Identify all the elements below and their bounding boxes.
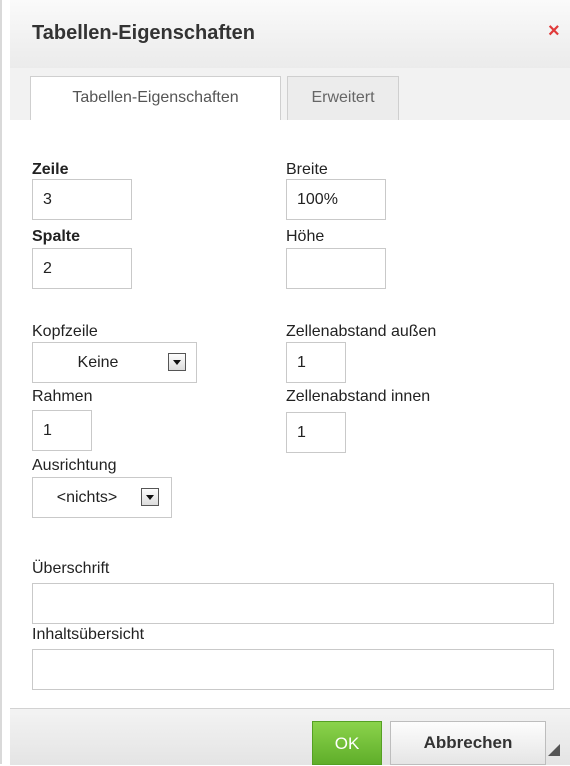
cellspacing-label: Zellenabstand außen	[286, 323, 437, 340]
cols-label: Spalte	[32, 228, 81, 245]
close-icon[interactable]: ×	[548, 20, 560, 43]
rows-label: Zeile	[32, 161, 69, 178]
align-select[interactable]: <nichts>	[32, 477, 172, 518]
tab-advanced[interactable]: Erweitert	[287, 76, 399, 120]
width-input[interactable]	[286, 179, 386, 220]
ok-button[interactable]: OK	[312, 721, 382, 765]
resize-handle-icon[interactable]	[548, 744, 560, 756]
dialog-title: Tabellen-Eigenschaften	[32, 22, 256, 44]
chevron-down-icon[interactable]	[141, 488, 159, 506]
height-label: Höhe	[286, 228, 325, 245]
tab-content: Zeile Spalte Kopfzeile Keine Rahmen Ausr…	[10, 120, 570, 708]
dialog-titlebar[interactable]: Tabellen-Eigenschaften ×	[10, 0, 570, 69]
cellpadding-input[interactable]	[286, 412, 346, 453]
caption-input[interactable]	[32, 583, 554, 624]
chevron-down-icon[interactable]	[168, 353, 186, 371]
height-input[interactable]	[286, 248, 386, 289]
align-label: Ausrichtung	[32, 457, 117, 474]
caption-label: Überschrift	[32, 560, 110, 577]
cellpadding-label: Zellenabstand innen	[286, 388, 431, 405]
summary-label: Inhaltsübersicht	[32, 626, 145, 643]
table-properties-dialog: Tabellen-Eigenschaften × Tabellen-Eigens…	[10, 0, 570, 765]
border-label: Rahmen	[32, 388, 93, 405]
align-select-value: <nichts>	[56, 489, 118, 506]
border-input[interactable]	[32, 410, 92, 451]
summary-input[interactable]	[32, 649, 554, 690]
header-select-value: Keine	[77, 354, 119, 371]
cancel-button[interactable]: Abbrechen	[390, 721, 546, 765]
background-edge	[0, 0, 2, 764]
tab-table-properties[interactable]: Tabellen-Eigenschaften	[30, 76, 281, 121]
cols-input[interactable]	[32, 248, 132, 289]
cellspacing-input[interactable]	[286, 342, 346, 383]
tab-bar: Tabellen-Eigenschaften Erweitert	[10, 68, 570, 121]
header-select[interactable]: Keine	[32, 342, 197, 383]
width-label: Breite	[286, 161, 328, 178]
rows-input[interactable]	[32, 179, 132, 220]
dialog-footer: OK Abbrechen	[10, 708, 570, 765]
header-label: Kopfzeile	[32, 323, 98, 340]
